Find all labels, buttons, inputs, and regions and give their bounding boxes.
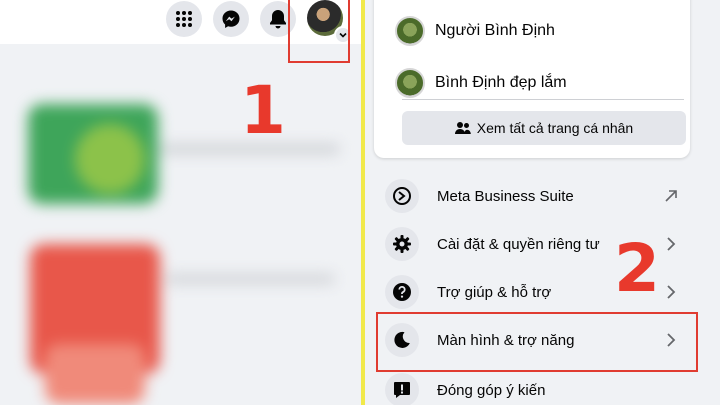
- menu-button[interactable]: [166, 1, 202, 37]
- chevron-right-icon: [661, 234, 681, 254]
- menu-item-label: Đóng góp ý kiến: [437, 381, 546, 399]
- meta-business-icon: [385, 179, 419, 213]
- card-divider: [402, 99, 684, 100]
- left-panel: 1: [0, 0, 361, 405]
- profile-avatar: [395, 68, 425, 98]
- step-number-1: 1: [240, 72, 286, 149]
- profile-avatar: [395, 16, 425, 46]
- bell-icon: [270, 10, 286, 29]
- messenger-icon: [222, 10, 240, 28]
- messenger-button[interactable]: [213, 1, 249, 37]
- profile-item[interactable]: Bình Định đẹp lắm: [395, 63, 567, 103]
- see-all-profiles-button[interactable]: Xem tất cả trang cá nhân: [402, 111, 686, 145]
- external-link-icon: [661, 186, 681, 206]
- grid-menu-icon: [176, 11, 192, 27]
- gear-icon: [385, 227, 419, 261]
- chevron-right-icon: [661, 282, 681, 302]
- menu-item-label: Meta Business Suite: [437, 187, 574, 205]
- profiles-icon: [454, 121, 471, 135]
- see-all-label: Xem tất cả trang cá nhân: [476, 120, 634, 136]
- highlight-box-display: [376, 312, 698, 372]
- profiles-card: Người Bình Định Bình Định đẹp lắm Xem tấ…: [374, 0, 690, 158]
- highlight-box-account: [288, 0, 350, 63]
- profile-name: Người Bình Định: [435, 22, 555, 39]
- profile-item[interactable]: Người Bình Định: [395, 11, 555, 51]
- menu-item-label: Trợ giúp & hỗ trợ: [437, 283, 552, 301]
- step-number-2: 2: [614, 230, 660, 307]
- menu-item-meta-business[interactable]: Meta Business Suite: [374, 174, 692, 218]
- profile-name: Bình Định đẹp lắm: [435, 74, 567, 91]
- help-icon: [385, 275, 419, 309]
- menu-item-label: Cài đặt & quyền riêng tư: [437, 235, 600, 253]
- menu-item-feedback[interactable]: Đóng góp ý kiến: [374, 368, 692, 405]
- feedback-icon: [385, 373, 419, 405]
- blurred-content: [0, 44, 361, 405]
